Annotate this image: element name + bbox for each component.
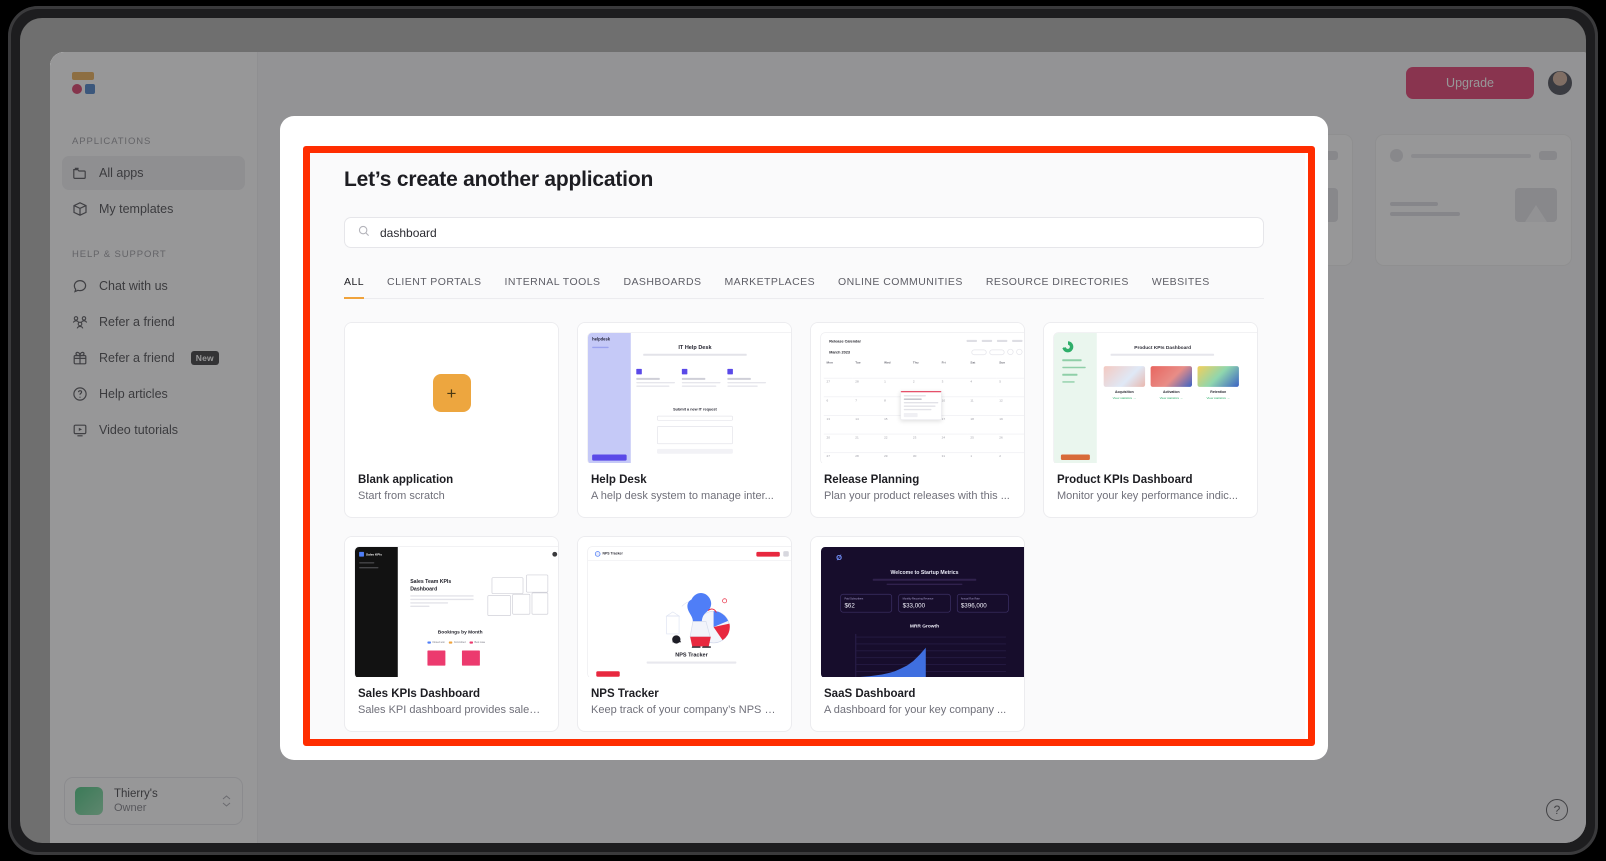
thumbnail: + xyxy=(345,323,558,463)
card-title: SaaS Dashboard xyxy=(824,688,916,700)
calendar-preview: Release Calendar March 2023 Mon Tue Wed … xyxy=(821,333,1024,463)
template-cards-grid: + Blank application Start from scratch h… xyxy=(344,322,1264,732)
preview-title: NPS Tracker xyxy=(675,651,708,659)
card-description: Monitor your key performance indic... xyxy=(1057,490,1238,502)
device-frame: APPLICATIONS All apps xyxy=(0,0,1606,861)
thumbnail: Product KPIs Dashboard Acquisition View … xyxy=(1044,323,1257,463)
card-description: A dashboard for your key company ... xyxy=(824,704,1007,716)
preview-logo-icon: Ø xyxy=(836,553,843,563)
card-description: Keep track of your company’s NPS s... xyxy=(591,704,778,716)
stat-box: Monthly Recurring Revenue $33,000 xyxy=(898,593,951,613)
nps-preview: NPS Tracker NPS Tracker xyxy=(588,547,791,677)
saas-preview: Ø Welcome to Startup Metrics Paid Subscr… xyxy=(821,547,1024,677)
tab-all[interactable]: ALL xyxy=(344,276,365,299)
template-card-blank-application[interactable]: + Blank application Start from scratch xyxy=(344,322,559,518)
preview-app-name: NPS Tracker xyxy=(602,551,623,556)
modal-content: Let’s create another application ALL CLI… xyxy=(303,146,1305,742)
template-card-release-planning[interactable]: Release Calendar March 2023 Mon Tue Wed … xyxy=(810,322,1025,518)
tab-marketplaces[interactable]: MARKETPLACES xyxy=(724,276,815,299)
template-card-help-desk[interactable]: helpdesk IT Help Desk Submit a new IT re… xyxy=(577,322,792,518)
card-title: Help Desk xyxy=(591,474,647,486)
card-description: Sales KPI dashboard provides sales ... xyxy=(358,704,545,716)
card-description: A help desk system to manage inter... xyxy=(591,490,774,502)
template-card-saas-dashboard[interactable]: Ø Welcome to Startup Metrics Paid Subscr… xyxy=(810,536,1025,732)
thumbnail: helpdesk IT Help Desk Submit a new IT re… xyxy=(578,323,791,463)
sales-kpis-preview: Sales KPIs Sales Team KPIs Dashboard Boo… xyxy=(355,547,558,677)
preview-chart-title: MRR Growth xyxy=(909,624,940,630)
card-title: Blank application xyxy=(358,474,454,486)
preview-heading: Sales Team KPIs Dashboard xyxy=(410,578,452,592)
stat-box: Paid Subscribers $62 xyxy=(840,593,893,613)
template-card-sales-kpis-dashboard[interactable]: Sales KPIs Sales Team KPIs Dashboard Boo… xyxy=(344,536,559,732)
card-title: NPS Tracker xyxy=(591,688,659,700)
card-title: Sales KPIs Dashboard xyxy=(358,688,481,700)
stat-box: Annual Run Rate $396,000 xyxy=(956,593,1009,613)
thumbnail: Release Calendar March 2023 Mon Tue Wed … xyxy=(811,323,1024,463)
preview-heading: Product KPIs Dashboard xyxy=(1134,345,1192,351)
thumbnail: Sales KPIs Sales Team KPIs Dashboard Boo… xyxy=(345,537,558,677)
tab-online-communities[interactable]: ONLINE COMMUNITIES xyxy=(838,276,963,299)
preview-month: March 2023 xyxy=(829,350,850,356)
tab-dashboards[interactable]: DASHBOARDS xyxy=(623,276,701,299)
page-title: Let’s create another application xyxy=(344,168,654,191)
search-icon xyxy=(358,224,370,242)
card-description: Start from scratch xyxy=(358,490,445,502)
create-application-modal: Let’s create another application ALL CLI… xyxy=(280,116,1328,760)
card-title: Product KPIs Dashboard xyxy=(1057,474,1193,486)
card-description: Plan your product releases with this ... xyxy=(824,490,1010,502)
thumbnail: Ø Welcome to Startup Metrics Paid Subscr… xyxy=(811,537,1024,677)
preview-app-name: Release Calendar xyxy=(829,339,861,345)
gear-icon xyxy=(552,551,558,557)
template-card-nps-tracker[interactable]: NPS Tracker NPS Tracker NPS Tracker Keep… xyxy=(577,536,792,732)
search-bar[interactable] xyxy=(344,217,1264,248)
product-kpis-preview: Product KPIs Dashboard Acquisition View … xyxy=(1054,333,1257,463)
mrr-growth-chart xyxy=(855,633,1006,677)
template-category-tabs: ALL CLIENT PORTALS INTERNAL TOOLS DASHBO… xyxy=(344,276,1264,299)
preview-app-name: Sales KPIs xyxy=(366,552,382,556)
card-title: Release Planning xyxy=(824,474,920,486)
preview-logo: helpdesk xyxy=(592,337,611,342)
nps-illustration xyxy=(665,593,730,648)
device-screen: APPLICATIONS All apps xyxy=(20,18,1586,843)
preview-form-heading: Submit a new IT request xyxy=(673,407,717,412)
tab-websites[interactable]: WEBSITES xyxy=(1152,276,1210,299)
preview-section-title: Bookings by Month xyxy=(437,629,483,635)
helpdesk-preview: helpdesk IT Help Desk Submit a new IT re… xyxy=(588,333,791,463)
tab-internal-tools[interactable]: INTERNAL TOOLS xyxy=(504,276,600,299)
plus-icon: + xyxy=(432,374,471,412)
preview-heading: IT Help Desk xyxy=(678,344,712,351)
preview-event-popover xyxy=(900,390,942,420)
thumbnail: NPS Tracker NPS Tracker xyxy=(578,537,791,677)
preview-stat-boxes: Paid Subscribers $62 Monthly Recurring R… xyxy=(840,593,1009,613)
preview-heading: Welcome to Startup Metrics xyxy=(890,569,959,576)
search-input[interactable] xyxy=(380,225,1250,240)
tab-resource-directories[interactable]: RESOURCE DIRECTORIES xyxy=(986,276,1129,299)
chart-area-series xyxy=(859,647,926,677)
tab-client-portals[interactable]: CLIENT PORTALS xyxy=(387,276,481,299)
template-card-product-kpis-dashboard[interactable]: Product KPIs Dashboard Acquisition View … xyxy=(1043,322,1258,518)
